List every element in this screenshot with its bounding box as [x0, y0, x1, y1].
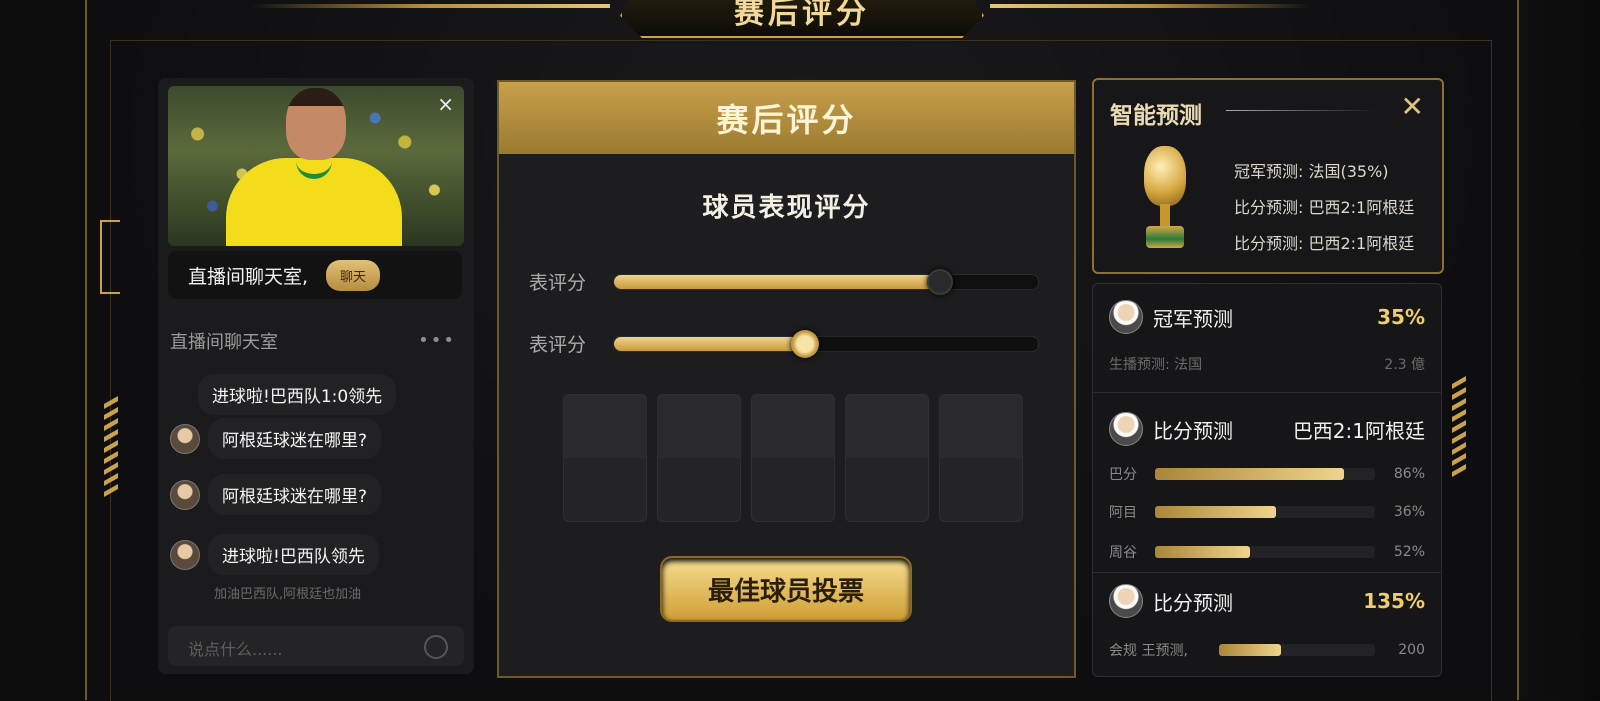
rating-section-title: 球员表现评分: [702, 193, 871, 223]
chat-message-text: 进球啦!巴西队领先: [208, 534, 379, 575]
chat-message: 阿根廷球迷在哪里?: [170, 418, 382, 459]
bar-value: 86%: [1393, 466, 1425, 482]
bar-label: 阿目: [1109, 505, 1137, 521]
slider-handle[interactable]: [927, 268, 954, 295]
chat-panel: × 直播间聊天室, 聊天 直播间聊天室 ••• 进球啦!巴西队1:0领先 阿根廷…: [158, 78, 474, 674]
chat-message: 进球啦!巴西队领先: [170, 534, 379, 575]
stat-value: 35%: [1377, 305, 1425, 329]
player-card[interactable]: [563, 394, 647, 522]
rating-slider-track[interactable]: [613, 268, 1039, 295]
smart-prediction-card: 智能预测 ✕ 冠军预测: 法国(35%) 比分预测: 巴西2:1阿根廷 比分预测…: [1092, 78, 1444, 274]
chat-input-placeholder: 说点什么......: [188, 640, 283, 659]
player-card[interactable]: [939, 394, 1023, 522]
rating-panel: 赛后评分 球员表现评分 表评分 表评分 最佳球员投票: [497, 80, 1076, 678]
bar-track: [1155, 468, 1375, 480]
live-video-thumbnail[interactable]: ×: [168, 86, 464, 246]
rating-slider-track[interactable]: [613, 329, 1039, 358]
bar-value: 200: [1398, 642, 1425, 658]
prediction-line: 冠军预测: 法国(35%): [1234, 162, 1389, 181]
bar-fill: [1155, 468, 1345, 480]
top-banner-title: 赛后评分: [620, 0, 984, 38]
player-head: [286, 88, 346, 160]
left-frame-deco: [100, 220, 120, 294]
bar-label: 巴分: [1109, 467, 1137, 483]
bar-track: [1155, 506, 1375, 518]
title-divider: [1226, 110, 1376, 111]
close-icon[interactable]: ✕: [1401, 90, 1424, 123]
rating-slider-row: 表评分: [529, 268, 1039, 295]
chat-title-bar: 直播间聊天室, 聊天: [168, 251, 462, 299]
user-avatar[interactable]: [170, 423, 200, 454]
slider-fill: [614, 274, 941, 289]
divider: [1093, 572, 1441, 573]
stat-value: 135%: [1363, 589, 1425, 613]
faded-chat-line: 加油巴西队,阿根廷也加油: [214, 587, 362, 602]
banner-line-right: [990, 4, 1310, 8]
user-avatar: [1109, 412, 1143, 446]
rating-slider-row: 表评分: [529, 329, 1039, 358]
bar-fill: [1155, 506, 1276, 518]
bar-value: 36%: [1393, 504, 1425, 520]
chat-message-text: 阿根廷球迷在哪里?: [208, 474, 382, 515]
stat-name: 比分预测: [1153, 418, 1233, 443]
bar-label: 周谷: [1109, 545, 1137, 561]
rating-header: 赛后评分: [499, 82, 1074, 154]
user-avatar[interactable]: [170, 479, 200, 510]
chat-button[interactable]: 聊天: [326, 259, 381, 291]
prediction-stats-panel: 冠军预测 35% 生播预测: 法国 2.3 億 比分预测 巴西2:1阿根廷 巴分…: [1092, 283, 1442, 677]
stat-sub-right: 2.3 億: [1384, 357, 1425, 373]
chat-message-text: 进球啦!巴西队1:0领先: [198, 374, 397, 415]
score-bar-row: 巴分 86%: [1109, 464, 1425, 484]
chat-message: 阿根廷球迷在哪里?: [170, 474, 382, 515]
third-bar-row: 会规 王预测, 200: [1109, 640, 1425, 660]
bar-fill: [1219, 644, 1282, 656]
player-card[interactable]: [845, 394, 929, 522]
more-options-icon[interactable]: •••: [418, 330, 456, 351]
banner-line-left: [250, 4, 610, 8]
stat-sub-left: 生播预测: 法国: [1109, 357, 1203, 373]
send-icon[interactable]: [424, 635, 448, 659]
chat-message: 进球啦!巴西队1:0领先: [198, 374, 397, 415]
bar-fill: [1155, 546, 1250, 558]
right-gold-stripes: [1452, 375, 1466, 478]
slider-label: 表评分: [529, 272, 587, 294]
score-bar-row: 周谷 52%: [1109, 542, 1425, 562]
prediction-line: 比分预测: 巴西2:1阿根廷: [1234, 234, 1415, 253]
stat-name: 比分预测: [1153, 590, 1233, 615]
score-prediction-row[interactable]: 比分预测 巴西2:1阿根廷: [1109, 412, 1425, 446]
bar-label: 会规 王预测,: [1109, 643, 1188, 659]
slider-label: 表评分: [529, 334, 587, 356]
user-avatar[interactable]: [170, 539, 200, 570]
divider: [1093, 392, 1441, 393]
bar-track: [1219, 644, 1375, 656]
slider-handle[interactable]: [790, 329, 819, 358]
user-avatar: [1109, 584, 1143, 618]
chat-room-title: 直播间聊天室,: [188, 265, 309, 288]
slider-fill: [614, 336, 805, 351]
user-avatar: [1109, 300, 1143, 334]
player-card-row: [563, 394, 1023, 522]
chat-message-text: 阿根廷球迷在哪里?: [208, 418, 382, 459]
chat-input[interactable]: 说点什么......: [168, 626, 464, 666]
prediction-title: 智能预测: [1110, 103, 1202, 129]
stat-name: 冠军预测: [1153, 306, 1233, 331]
score-bar-row: 阿目 36%: [1109, 502, 1425, 522]
chat-subtitle: 直播间聊天室: [170, 332, 278, 353]
champion-prediction-row[interactable]: 冠军预测 35%: [1109, 300, 1425, 334]
player-card[interactable]: [751, 394, 835, 522]
bar-value: 52%: [1393, 544, 1425, 560]
bar-track: [1155, 546, 1375, 558]
left-gold-stripes: [104, 395, 118, 498]
stat-value: 巴西2:1阿根廷: [1292, 418, 1425, 443]
trophy-icon: [1138, 146, 1192, 254]
best-player-vote-button[interactable]: 最佳球员投票: [662, 558, 910, 620]
prediction-line: 比分预测: 巴西2:1阿根廷: [1234, 198, 1415, 217]
close-icon[interactable]: ×: [437, 92, 454, 116]
third-prediction-row[interactable]: 比分预测 135%: [1109, 584, 1425, 618]
player-card[interactable]: [657, 394, 741, 522]
stat-subrow: 生播预测: 法国 2.3 億: [1109, 354, 1425, 374]
